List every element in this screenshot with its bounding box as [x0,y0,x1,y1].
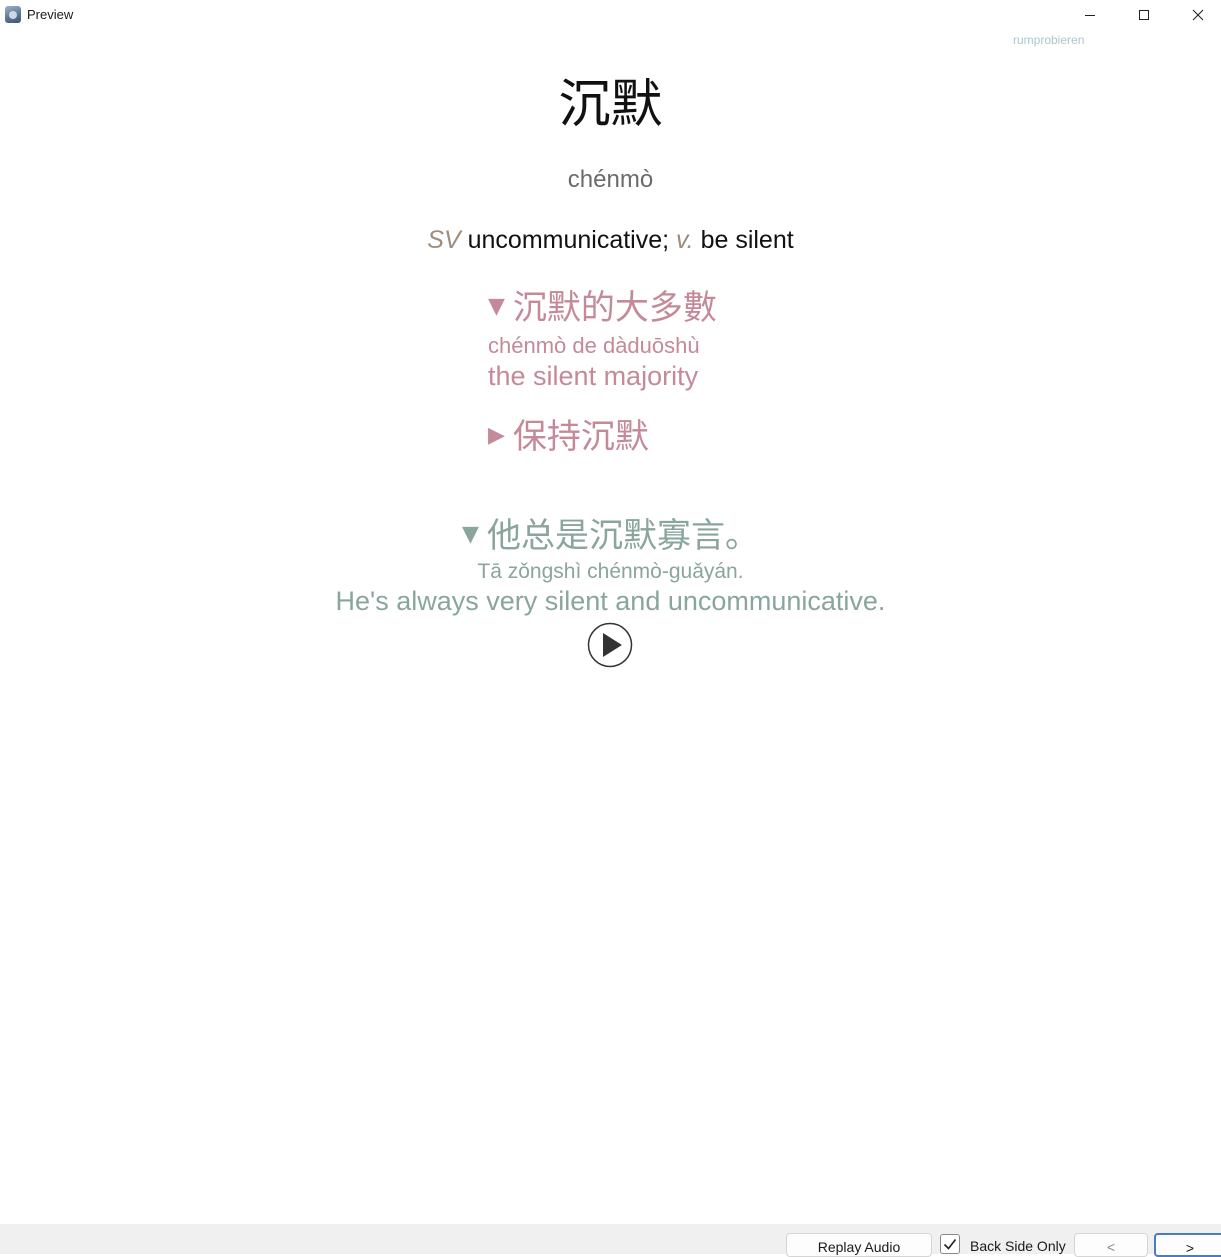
example-hanzi: 保持沉默 [512,417,649,457]
example-item-2: ▶ 保持沉默 [488,415,649,461]
example-english: the silent majority [488,360,699,391]
minimize-button[interactable] [1067,0,1113,30]
bottom-toolbar: Replay Audio Back Side Only < > [0,1224,1221,1257]
example-item-1: ▼ 沉默的大多數 chénmò de dàduōshù the silent ma… [488,286,717,392]
expand-arrow-icon: ▶ [488,422,505,448]
window-title: Preview [27,7,74,22]
title-bar: Preview [0,0,1221,30]
close-icon [1192,9,1204,21]
next-button[interactable]: > [1154,1233,1221,1257]
back-side-only-checkbox[interactable] [940,1234,960,1254]
headword-pinyin: chénmò [567,166,654,193]
collapse-arrow-icon: ▼ [462,521,479,547]
headword-hanzi: 沉默 [558,75,663,135]
sentence-hanzi: 他总是沉默寡言。 [486,516,759,556]
minimize-icon [1085,15,1095,16]
close-button[interactable] [1175,0,1221,30]
play-audio-button[interactable] [587,622,633,668]
sentence-english: He's always very silent and uncommunicat… [335,586,886,616]
checkmark-icon [943,1239,957,1250]
example-toggle-1[interactable]: ▼ 沉默的大多數 [488,286,717,332]
example-hanzi: 沉默的大多數 [512,288,717,328]
back-side-only-label: Back Side Only [970,1238,1066,1254]
replay-audio-button[interactable]: Replay Audio [786,1233,932,1257]
definition-text-1: uncommunicative; [460,226,677,254]
maximize-button[interactable] [1121,0,1167,30]
definition: SV uncommunicative; v. be silent [0,226,1221,255]
previous-button[interactable]: < [1074,1233,1148,1257]
example-pinyin: chénmò de dàduōshù [488,332,700,358]
sentence-pinyin: Tā zǒngshì chénmò-guǎyán. [477,560,744,583]
maximize-icon [1139,10,1149,20]
app-icon [5,6,21,23]
part-of-speech-sv: SV [427,226,461,254]
definition-text-2: be silent [693,226,794,254]
sentence-toggle[interactable]: ▼ 他总是沉默寡言。 [0,514,1221,560]
part-of-speech-v: v. [676,226,694,254]
example-toggle-2[interactable]: ▶ 保持沉默 [488,415,649,461]
collapse-arrow-icon: ▼ [488,293,505,319]
rumprobieren-link[interactable]: rumprobieren [1013,33,1084,47]
play-icon [587,622,633,668]
